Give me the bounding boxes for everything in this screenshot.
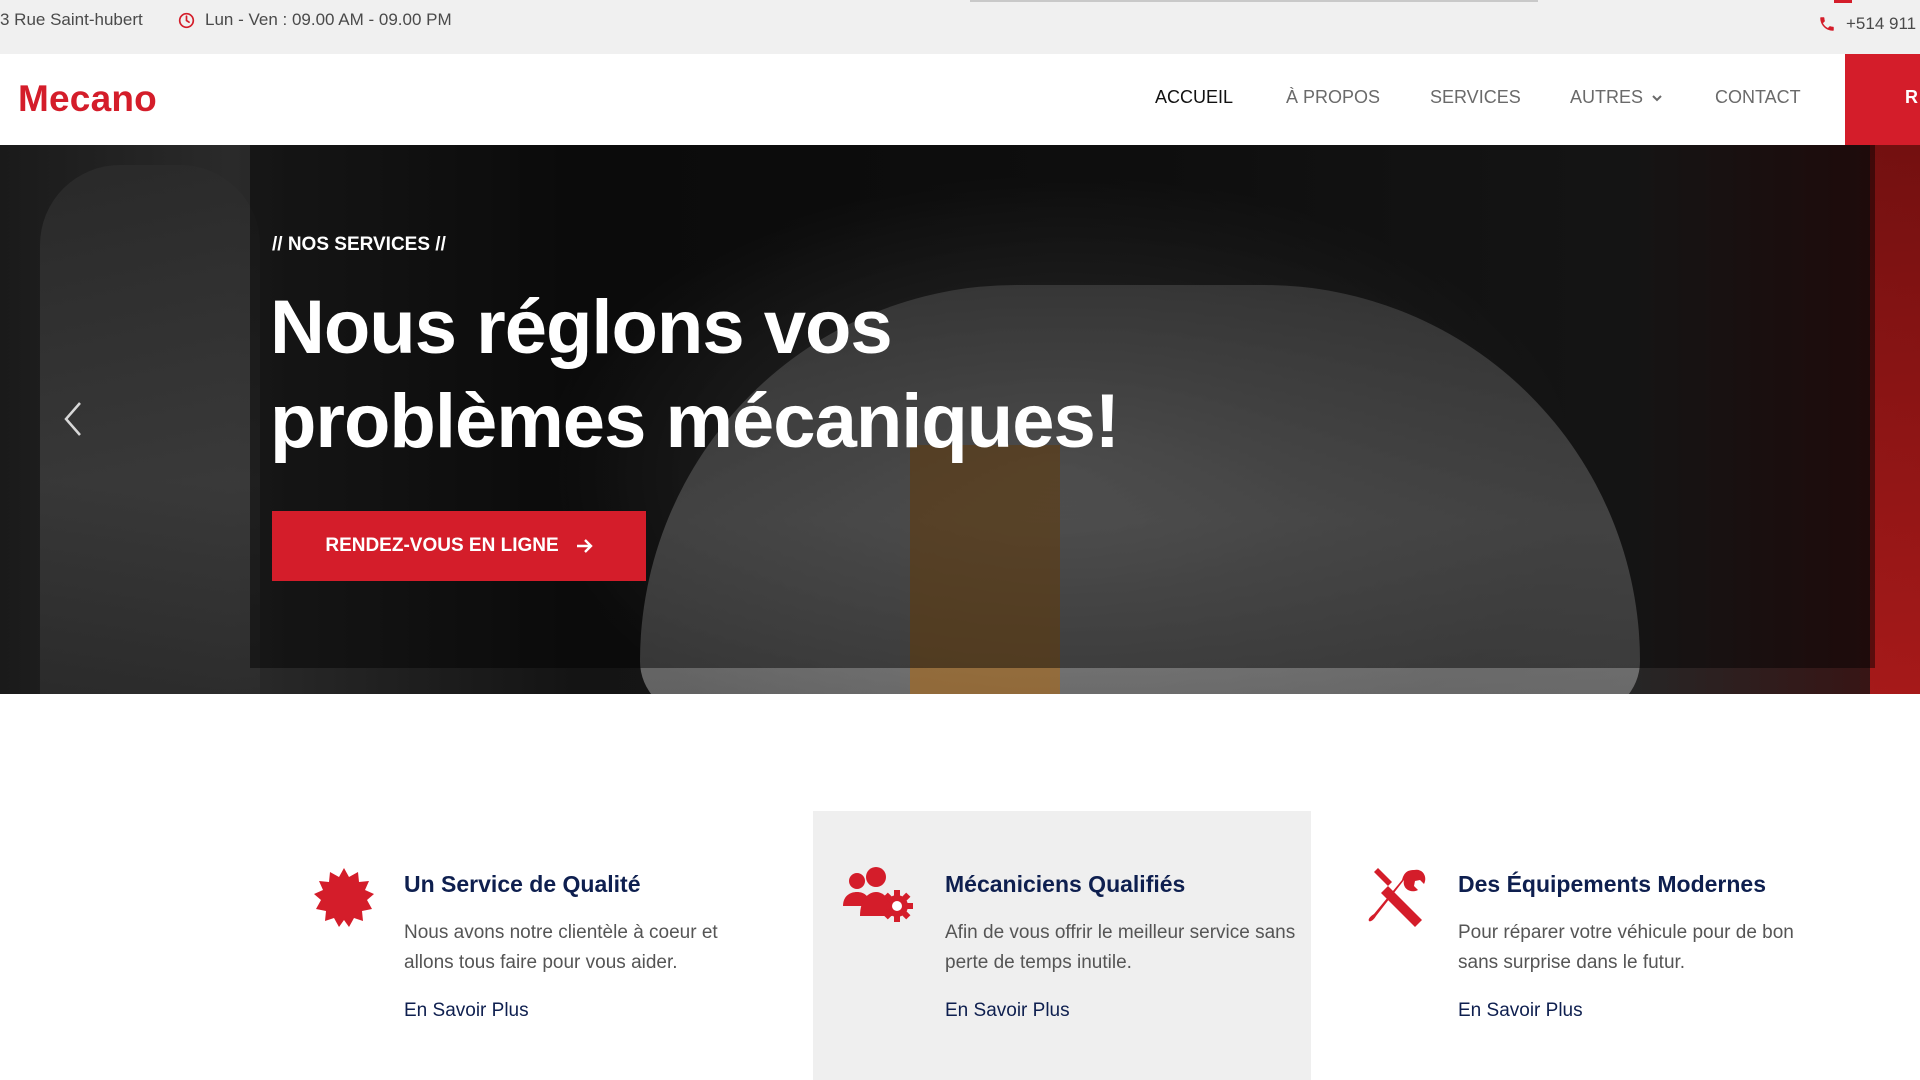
online-appointment-button[interactable]: RENDEZ-VOUS EN LIGNE — [272, 511, 646, 581]
feature-description: Pour réparer votre véhicule pour de bon … — [1458, 922, 1794, 973]
tools-icon — [1368, 868, 1426, 927]
slider-prev-arrow[interactable] — [62, 400, 84, 443]
learn-more-link[interactable]: En Savoir Plus — [945, 1000, 1070, 1022]
appointment-cta-tab[interactable]: R — [1845, 54, 1920, 145]
online-appointment-label: RENDEZ-VOUS EN LIGNE — [325, 535, 559, 556]
nav-item-services[interactable]: SERVICES — [1430, 87, 1521, 108]
opening-hours: Lun - Ven : 09.00 AM - 09.00 PM — [178, 10, 452, 30]
feature-title: Des Équipements Modernes — [1458, 871, 1767, 897]
phone-label: +514 911 — [1846, 14, 1917, 33]
site-logo[interactable]: Mecano — [18, 78, 157, 120]
feature-title: Un Service de Qualité — [404, 871, 641, 897]
hero-background-red-edge — [1870, 145, 1920, 694]
hero-title: Nous réglons vos problèmes mécaniques! — [270, 285, 1120, 464]
feature-description: Nous avons notre clientèle à coeur et al… — [404, 922, 718, 973]
top-divider — [970, 0, 1538, 2]
phone-link[interactable]: +514 911 — [1818, 14, 1916, 34]
nav-item-autres[interactable]: AUTRES — [1570, 87, 1663, 108]
feature-title: Mécaniciens Qualifiés — [945, 871, 1186, 897]
hours-label: Lun - Ven : 09.00 AM - 09.00 PM — [205, 10, 452, 29]
nav-item-autres-label: AUTRES — [1570, 87, 1644, 107]
red-accent-mark — [1834, 0, 1852, 3]
chevron-down-icon — [1652, 94, 1662, 101]
badge-star-icon — [314, 868, 374, 927]
main-navbar: Mecano ACCUEIL À PROPOS SERVICES AUTRES … — [0, 54, 1920, 145]
hero-kicker: // NOS SERVICES // — [272, 234, 446, 255]
learn-more-link[interactable]: En Savoir Plus — [404, 1000, 529, 1022]
users-gear-icon — [843, 867, 913, 922]
top-info-bar: 3 Rue Saint-hubert Lun - Ven : 09.00 AM … — [0, 0, 1920, 54]
address-label: 3 Rue Saint-hubert — [0, 10, 143, 29]
nav-item-accueil[interactable]: ACCUEIL — [1155, 87, 1233, 108]
feature-description: Afin de vous offrir le meilleur service … — [945, 922, 1296, 973]
phone-icon — [1820, 17, 1834, 31]
clock-icon — [178, 12, 195, 28]
nav-item-contact[interactable]: CONTACT — [1715, 87, 1801, 108]
arrow-right-icon — [576, 539, 593, 553]
learn-more-link[interactable]: En Savoir Plus — [1458, 1000, 1583, 1022]
address-text: 3 Rue Saint-hubert — [0, 10, 143, 30]
hero-slider: // NOS SERVICES // Nous réglons vos prob… — [0, 145, 1920, 694]
nav-item-a-propos[interactable]: À PROPOS — [1286, 87, 1380, 108]
chevron-left-icon — [64, 402, 81, 436]
